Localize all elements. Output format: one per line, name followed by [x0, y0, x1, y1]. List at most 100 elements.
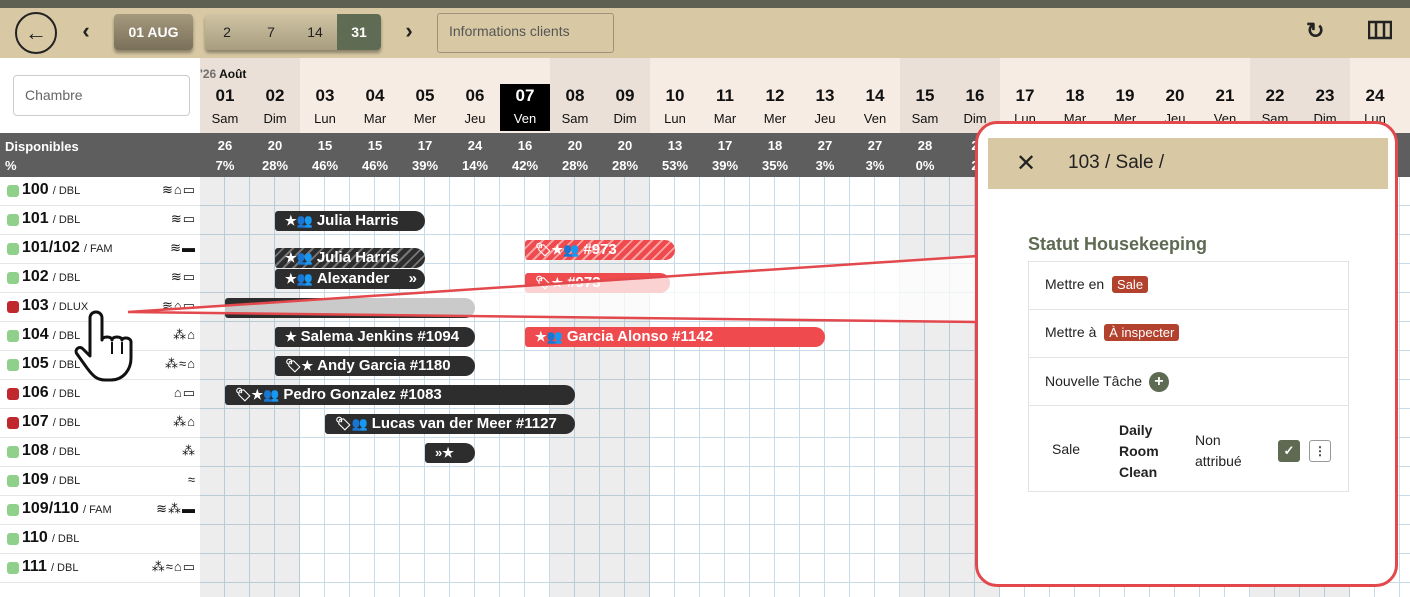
- day-number: 06: [465, 86, 485, 105]
- day-column-header[interactable]: 06 Jeu: [450, 84, 500, 130]
- day-number: 12: [765, 86, 785, 105]
- availability-percent: 42%: [511, 158, 539, 173]
- weekday: Mar: [713, 111, 737, 126]
- day-column-header[interactable]: 12 Mer: [750, 84, 800, 130]
- weekday: Ven: [863, 111, 887, 126]
- room-row[interactable]: 107/ DBL ⁂⌂: [0, 409, 200, 438]
- room-status-indicator: [7, 243, 19, 255]
- back-button[interactable]: ←: [15, 12, 57, 54]
- room-number: 105/ DBL: [22, 355, 81, 372]
- day-number: 20: [1165, 86, 1185, 105]
- availability-count: 15: [317, 138, 333, 153]
- weekday: Jeu: [464, 111, 486, 126]
- day-number: 03: [315, 86, 335, 105]
- availability-count: 20: [267, 138, 283, 153]
- date-picker-button[interactable]: 01 AUG: [114, 14, 193, 50]
- booking-bar[interactable]: ★ Salema Jenkins #1094: [275, 327, 475, 347]
- room-amenity-icons: ⌂▭: [173, 385, 196, 400]
- room-status-indicator: [7, 330, 19, 342]
- day-number: 17: [1015, 86, 1035, 105]
- range-option[interactable]: 2: [205, 14, 249, 50]
- availability-count: 13: [667, 138, 683, 153]
- availability-label: Disponibles %: [5, 139, 79, 173]
- task-row: Sale Daily Room Clean Non attribué ✓ ⋮: [1029, 406, 1348, 491]
- day-column-header[interactable]: 05 Mer: [400, 84, 450, 130]
- booking-bar[interactable]: ★👥 Garcia Alonso #1142: [525, 327, 825, 347]
- availability-cell: 24 14%: [450, 136, 500, 176]
- housekeeping-panel-body: ✕ 103 / Sale / Statut Housekeeping Mettr…: [988, 138, 1388, 556]
- room-amenity-icons: ≋▭: [170, 211, 196, 226]
- range-option[interactable]: 14: [293, 14, 337, 50]
- booking-bar[interactable]: 🏷★👥 Pedro Gonzalez #1083: [225, 385, 575, 405]
- availability-cell: 17 39%: [700, 136, 750, 176]
- housekeeping-section-title: Statut Housekeeping: [1028, 234, 1208, 254]
- range-option-active[interactable]: 31: [337, 14, 381, 50]
- booking-label: #973: [583, 241, 617, 258]
- task-assignee[interactable]: Non attribué: [1195, 430, 1255, 472]
- day-column-header[interactable]: 14 Ven: [850, 84, 900, 130]
- day-column-header[interactable]: 04 Mar: [350, 84, 400, 130]
- booking-bar[interactable]: »★: [425, 443, 475, 463]
- booking-icons: 🏷👥: [335, 416, 368, 431]
- room-row[interactable]: 109/ DBL ≈: [0, 467, 200, 496]
- refresh-button[interactable]: ↻: [1306, 18, 1324, 44]
- room-row[interactable]: 110/ DBL: [0, 525, 200, 554]
- day-column-header[interactable]: 07 Ven: [500, 84, 550, 131]
- next-period-button[interactable]: ›: [399, 18, 419, 44]
- room-status-indicator: [7, 475, 19, 487]
- chevron-right-icon: ›: [405, 18, 413, 43]
- availability-percent: 46%: [311, 158, 339, 173]
- task-more-button[interactable]: ⋮: [1309, 440, 1331, 462]
- booking-bar[interactable]: 🏷★ Andy Garcia #1180: [275, 356, 475, 376]
- refresh-icon: ↻: [1306, 18, 1325, 43]
- room-status-indicator: [7, 417, 19, 429]
- task-complete-checkbox[interactable]: ✓: [1278, 440, 1300, 462]
- room-row[interactable]: 101/ DBL ≋▭: [0, 206, 200, 235]
- room-row[interactable]: 108/ DBL ⁂: [0, 438, 200, 467]
- room-search-input[interactable]: Chambre: [13, 75, 190, 116]
- close-panel-button[interactable]: ✕: [1016, 149, 1036, 178]
- room-row[interactable]: 109/110/ FAM ≋⁂▬: [0, 496, 200, 525]
- availability-percent: 3%: [865, 158, 885, 173]
- panel-title: 103 / Sale /: [1068, 152, 1165, 173]
- day-column-header[interactable]: 11 Mar: [700, 84, 750, 130]
- continues-icon: »: [408, 270, 417, 287]
- room-row[interactable]: 106/ DBL ⌂▭: [0, 380, 200, 409]
- booking-bar[interactable]: ★👥 Julia Harris: [275, 211, 425, 231]
- booking-bar[interactable]: 🏷★ #973: [525, 273, 670, 293]
- booking-bar[interactable]: [225, 298, 475, 318]
- day-column-header[interactable]: 03 Lun: [300, 84, 350, 130]
- availability-cell: 26 7%: [200, 136, 250, 176]
- room-row[interactable]: 101/102/ FAM ≋▬: [0, 235, 200, 264]
- booking-icons: ★: [285, 329, 297, 344]
- day-column-header[interactable]: 10 Lun: [650, 84, 700, 130]
- room-row[interactable]: 111/ DBL ⁂≈⌂▭: [0, 554, 200, 583]
- booking-bar[interactable]: 🏷👥 Lucas van der Meer #1127: [325, 414, 575, 434]
- booking-bar[interactable]: 🏷★👥 #973: [525, 240, 675, 260]
- day-number: 11: [716, 86, 734, 105]
- booking-icons: 🏷★: [535, 275, 564, 290]
- booking-bar[interactable]: ★👥 Julia Harris: [275, 248, 425, 268]
- housekeeping-table: Mettre en Sale Mettre à À inspecter Nouv…: [1028, 261, 1349, 492]
- room-status-indicator: [7, 446, 19, 458]
- range-option[interactable]: 7: [249, 14, 293, 50]
- clients-info-input[interactable]: Informations clients: [437, 13, 614, 53]
- booking-icons: ★👥: [285, 213, 313, 228]
- booking-bar[interactable]: ★👥 Alexander »: [275, 269, 425, 289]
- prev-period-button[interactable]: ‹: [76, 18, 96, 44]
- availability-count: 17: [417, 138, 433, 153]
- status-tag-sale[interactable]: Sale: [1112, 276, 1149, 293]
- toolbar: ← ‹ 01 AUG 2 7 14 31 › Informations clie…: [0, 8, 1410, 58]
- room-row[interactable]: 100/ DBL ≋⌂▭: [0, 177, 200, 206]
- weekend-header-shade: [900, 58, 1000, 133]
- weekday: Mer: [763, 111, 787, 126]
- status-tag-inspect[interactable]: À inspecter: [1104, 324, 1180, 341]
- add-task-button[interactable]: +: [1148, 372, 1169, 392]
- room-row[interactable]: 102/ DBL ≋▭: [0, 264, 200, 293]
- room-amenity-icons: ⁂: [182, 443, 196, 458]
- booking-icons: »★: [435, 445, 454, 460]
- back-arrow-icon: ←: [25, 20, 47, 45]
- top-strip: [0, 0, 1410, 8]
- day-column-header[interactable]: 13 Jeu: [800, 84, 850, 130]
- columns-button[interactable]: [1367, 20, 1393, 46]
